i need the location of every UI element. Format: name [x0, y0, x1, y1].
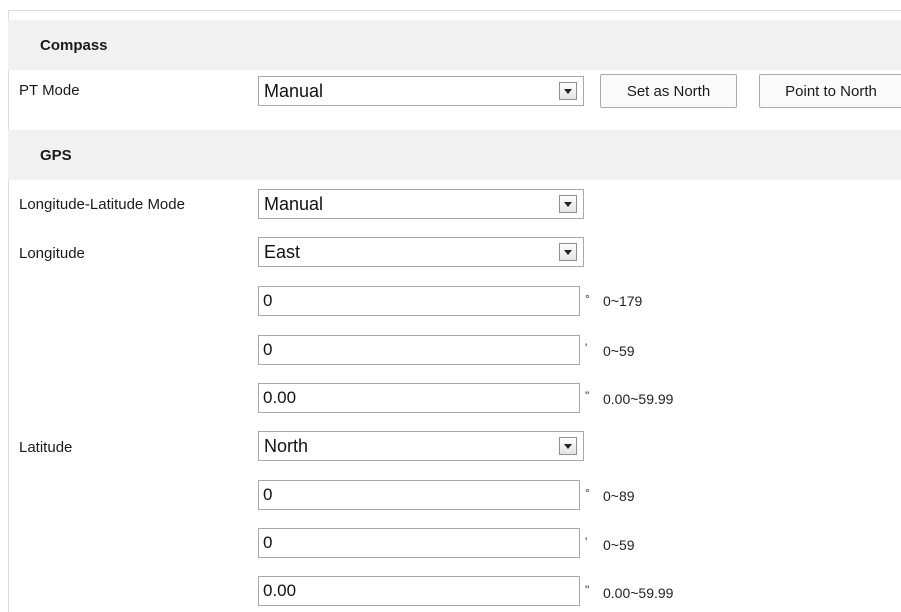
- longitude-dropdown-arrow[interactable]: [559, 243, 577, 261]
- longitude-direction-value: East: [264, 242, 301, 262]
- longitude-minutes-input[interactable]: 0: [258, 335, 580, 365]
- latitude-minutes-value: 0: [263, 533, 273, 552]
- chevron-down-icon: [564, 443, 572, 449]
- pt-mode-value: Manual: [264, 81, 324, 101]
- point-to-north-button[interactable]: Point to North: [759, 74, 901, 108]
- longitude-degrees-range: 0~179: [603, 293, 643, 309]
- latitude-direction-value: North: [264, 436, 309, 456]
- longitude-degrees-input[interactable]: 0: [258, 286, 580, 316]
- latitude-seconds-unit: ": [585, 583, 590, 597]
- longitude-direction-select[interactable]: East: [258, 237, 584, 267]
- longitude-minutes-value: 0: [263, 340, 273, 359]
- latitude-minutes-range: 0~59: [603, 537, 635, 553]
- longitude-seconds-value: 0.00: [263, 388, 297, 407]
- longitude-degrees-unit: °: [585, 292, 590, 306]
- longitude-seconds-input[interactable]: 0.00: [258, 383, 580, 413]
- mode-dropdown-arrow[interactable]: [559, 195, 577, 213]
- latitude-degrees-value: 0: [263, 485, 273, 504]
- chevron-down-icon: [564, 88, 572, 94]
- longitude-minutes-unit: ': [585, 341, 588, 355]
- left-divider: [8, 10, 9, 612]
- pt-mode-select[interactable]: Manual: [258, 76, 584, 106]
- longitude-seconds-range: 0.00~59.99: [603, 391, 674, 407]
- latitude-minutes-input[interactable]: 0: [258, 528, 580, 558]
- pt-mode-label: PT Mode: [19, 82, 80, 99]
- longitude-minutes-range: 0~59: [603, 343, 635, 359]
- longitude-label: Longitude: [19, 245, 85, 262]
- longitude-degrees-value: 0: [263, 291, 273, 310]
- compass-section-header: Compass: [8, 20, 901, 70]
- chevron-down-icon: [564, 201, 572, 207]
- latitude-seconds-value: 0.00: [263, 581, 297, 600]
- pt-mode-dropdown-arrow[interactable]: [559, 82, 577, 100]
- longitude-latitude-mode-value: Manual: [264, 194, 324, 214]
- latitude-seconds-range: 0.00~59.99: [603, 585, 674, 601]
- latitude-degrees-input[interactable]: 0: [258, 480, 580, 510]
- latitude-minutes-unit: ': [585, 535, 588, 549]
- top-divider: [8, 10, 901, 11]
- longitude-seconds-unit: ": [585, 389, 590, 403]
- latitude-seconds-input[interactable]: 0.00: [258, 576, 580, 606]
- latitude-label: Latitude: [19, 439, 73, 456]
- longitude-latitude-mode-label: Longitude-Latitude Mode: [19, 196, 185, 213]
- latitude-dropdown-arrow[interactable]: [559, 437, 577, 455]
- longitude-latitude-mode-select[interactable]: Manual: [258, 189, 584, 219]
- latitude-degrees-range: 0~89: [603, 488, 635, 504]
- set-as-north-button[interactable]: Set as North: [600, 74, 737, 108]
- latitude-degrees-unit: °: [585, 486, 590, 500]
- gps-section-header: GPS: [8, 130, 901, 180]
- latitude-direction-select[interactable]: North: [258, 431, 584, 461]
- chevron-down-icon: [564, 249, 572, 255]
